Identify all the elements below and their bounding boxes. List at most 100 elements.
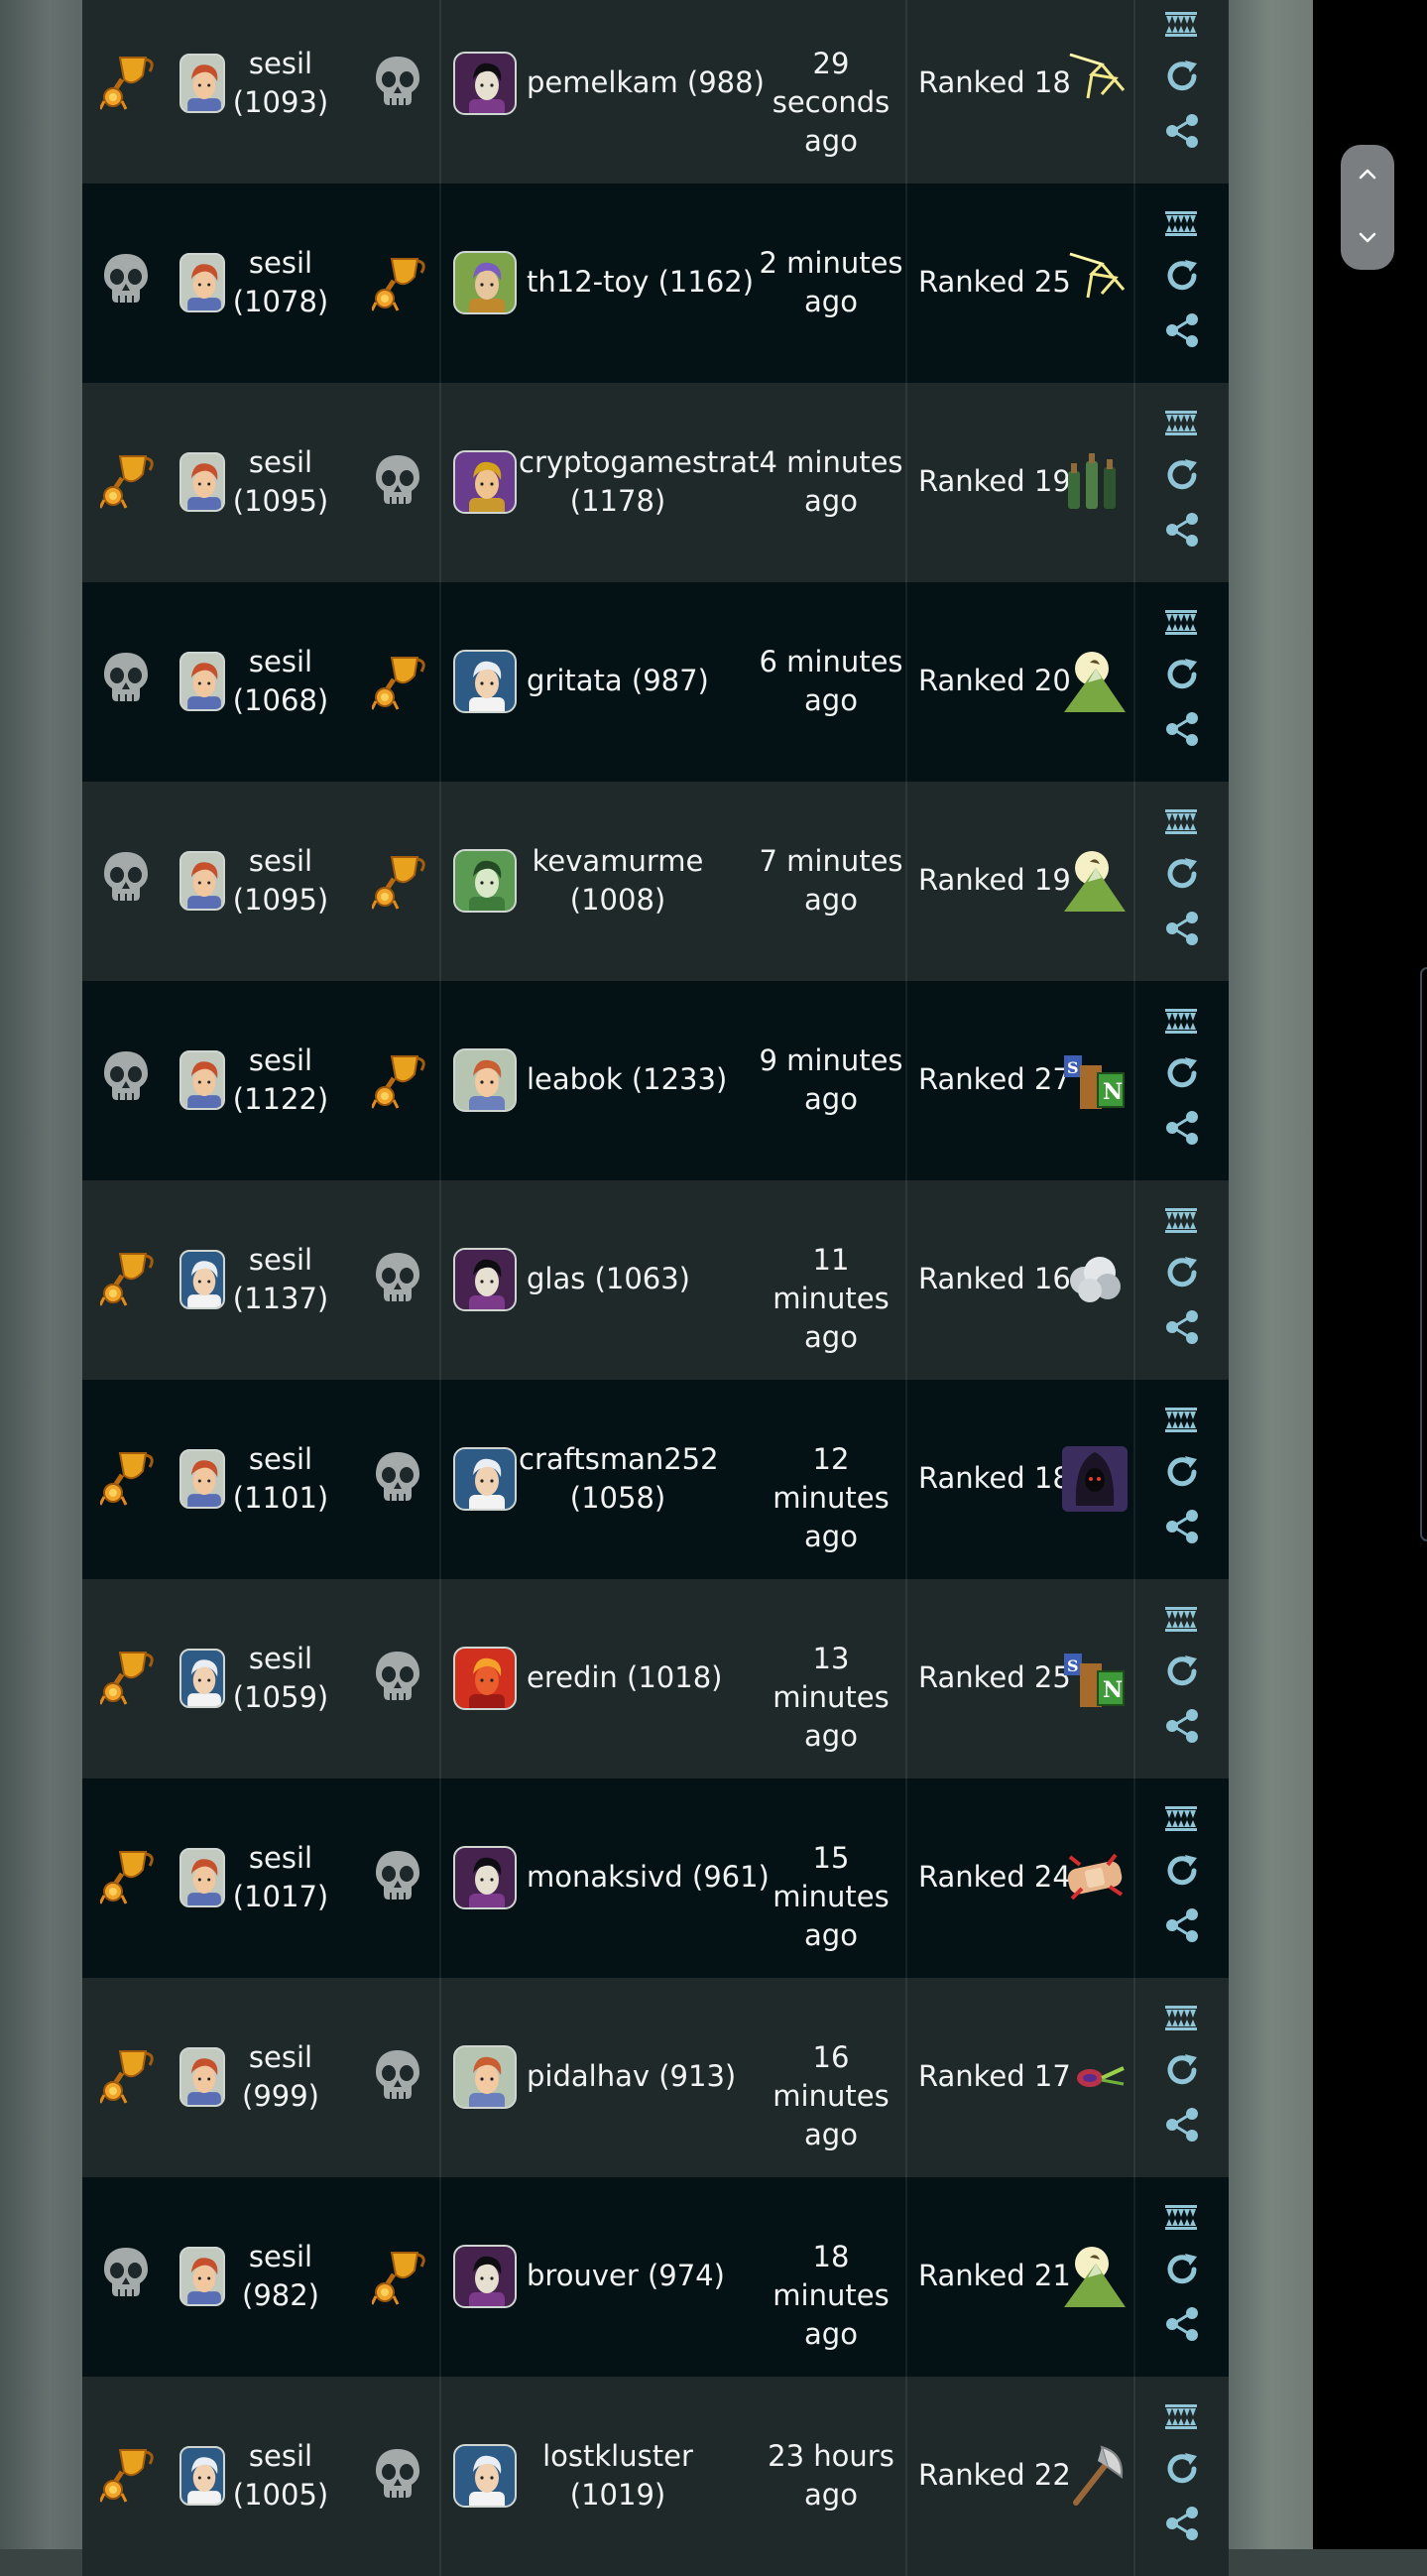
player-name-rating[interactable]: sesil (1059): [231, 1640, 330, 1717]
battle-time: 29 seconds ago: [752, 45, 910, 161]
opponent-name[interactable]: kevamurme (1008): [519, 842, 717, 920]
player-name-rating[interactable]: sesil (1078): [231, 244, 330, 321]
battle-row[interactable]: sesil (1122) leabok (1233) 9 minutes ago…: [82, 981, 1229, 1180]
opponent-name[interactable]: gritata (987): [527, 662, 709, 700]
battle-row[interactable]: sesil (1059) eredin (1018) 13 minutes ag…: [82, 1579, 1229, 1779]
opponent-avatar: [453, 251, 517, 314]
opponent-name[interactable]: eredin (1018): [527, 1658, 722, 1697]
teeth-icon[interactable]: [1163, 2201, 1199, 2235]
battle-row[interactable]: sesil (1068) gritata (987) 6 minutes ago…: [82, 582, 1229, 782]
share-icon[interactable]: [1163, 1508, 1201, 1545]
replay-icon[interactable]: [1163, 656, 1201, 693]
player-name-rating[interactable]: sesil (982): [231, 2238, 330, 2315]
chevron-down-icon[interactable]: [1356, 225, 1379, 253]
player-name-rating[interactable]: sesil (1005): [231, 2437, 330, 2515]
player-name-rating[interactable]: sesil (999): [231, 2038, 330, 2116]
column-divider: [439, 1380, 441, 1579]
teeth-icon[interactable]: [1163, 1603, 1199, 1637]
teeth-icon[interactable]: [1163, 805, 1199, 839]
battle-time: 15 minutes ago: [752, 1839, 910, 1955]
opponent-name[interactable]: pidalhav (913): [527, 2057, 736, 2096]
replay-icon[interactable]: [1163, 1453, 1201, 1491]
skull-icon: [104, 254, 148, 303]
svg-text:S: S: [1067, 1058, 1079, 1077]
replay-icon[interactable]: [1163, 1852, 1201, 1890]
teeth-icon[interactable]: [1163, 407, 1199, 440]
share-icon[interactable]: [1163, 2505, 1201, 2542]
teeth-icon[interactable]: [1163, 2400, 1199, 2434]
player-name-rating[interactable]: sesil (1122): [231, 1042, 330, 1119]
ruleset-books-icon: SN: [1064, 1654, 1125, 1707]
battle-history-table: sesil (1093) pemelkam (988) 29 seconds a…: [82, 0, 1229, 2576]
battle-row[interactable]: sesil (1078) th12-toy (1162) 2 minutes a…: [82, 184, 1229, 383]
opponent-rating: (1008): [569, 883, 666, 917]
replay-icon[interactable]: [1163, 855, 1201, 893]
share-icon[interactable]: [1163, 511, 1201, 549]
share-icon[interactable]: [1163, 112, 1201, 150]
share-icon[interactable]: [1163, 910, 1201, 947]
skull-icon: [376, 1253, 419, 1301]
share-icon[interactable]: [1163, 1707, 1201, 1745]
battle-row[interactable]: sesil (1005) lostkluster (1019) 23 hours…: [82, 2377, 1229, 2576]
teeth-icon[interactable]: [1163, 606, 1199, 640]
share-icon[interactable]: [1163, 710, 1201, 748]
player-name-rating[interactable]: sesil (1095): [231, 443, 330, 521]
replay-icon[interactable]: [1163, 2051, 1201, 2089]
battle-row[interactable]: sesil (982) brouver (974) 18 minutes ago…: [82, 2177, 1229, 2377]
player-avatar: [179, 452, 225, 512]
teeth-icon[interactable]: [1163, 1204, 1199, 1238]
share-icon[interactable]: [1163, 1308, 1201, 1346]
teeth-icon[interactable]: [1163, 207, 1199, 241]
replay-icon[interactable]: [1163, 2251, 1201, 2288]
opponent-name[interactable]: glas (1063): [527, 1260, 690, 1298]
opponent-name[interactable]: monaksivd (961): [527, 1858, 770, 1897]
replay-icon[interactable]: [1163, 58, 1201, 95]
battle-time-value: 4 minutes: [759, 445, 903, 479]
teeth-icon[interactable]: [1163, 1404, 1199, 1437]
replay-icon[interactable]: [1163, 257, 1201, 295]
replay-icon[interactable]: [1163, 456, 1201, 494]
teeth-icon[interactable]: [1163, 1802, 1199, 1836]
battle-row[interactable]: sesil (999) pidalhav (913) 16 minutes ag…: [82, 1978, 1229, 2177]
column-divider: [1133, 0, 1135, 184]
player-name-rating[interactable]: sesil (1137): [231, 1241, 330, 1318]
share-icon[interactable]: [1163, 2106, 1201, 2144]
player-name-rating[interactable]: sesil (1095): [231, 842, 330, 920]
share-icon[interactable]: [1163, 1906, 1201, 1944]
replay-icon[interactable]: [1163, 1054, 1201, 1092]
replay-icon[interactable]: [1163, 1254, 1201, 1291]
opponent-name[interactable]: lostkluster (1019): [519, 2437, 717, 2515]
opponent-name[interactable]: leabok (1233): [527, 1060, 727, 1099]
opponent-name[interactable]: brouver (974): [527, 2257, 725, 2295]
share-icon[interactable]: [1163, 1109, 1201, 1147]
teeth-icon[interactable]: [1163, 8, 1199, 42]
opponent-name[interactable]: cryptogamestrat (1178): [519, 443, 759, 521]
battle-row[interactable]: sesil (1017) monaksivd (961) 15 minutes …: [82, 1779, 1229, 1978]
column-divider: [1133, 1380, 1135, 1579]
replay-icon[interactable]: [1163, 1653, 1201, 1690]
opponent-name[interactable]: pemelkam (988): [527, 63, 765, 102]
replay-icon[interactable]: [1163, 2450, 1201, 2488]
battle-time: 11 minutes ago: [752, 1241, 910, 1357]
battle-row[interactable]: sesil (1137) glas (1063) 11 minutes ago R…: [82, 1180, 1229, 1380]
opponent-name[interactable]: craftsman252 (1058): [519, 1440, 719, 1518]
player-name-rating[interactable]: sesil (1101): [231, 1440, 330, 1518]
ruleset-hooded-icon: [1062, 1446, 1128, 1512]
player-name-rating[interactable]: sesil (1093): [231, 45, 330, 122]
battle-rank: Ranked 16: [918, 1262, 1071, 1295]
battle-row[interactable]: sesil (1093) pemelkam (988) 29 seconds a…: [82, 0, 1229, 184]
opponent-name[interactable]: th12-toy (1162): [527, 263, 754, 302]
battle-row[interactable]: sesil (1095) kevamurme (1008) 7 minutes …: [82, 782, 1229, 981]
player-name-rating[interactable]: sesil (1068): [231, 643, 330, 720]
battle-row[interactable]: sesil (1101) craftsman252 (1058) 12 minu…: [82, 1380, 1229, 1579]
opponent-avatar: [453, 1647, 517, 1710]
battle-time-suffix: ago: [804, 1719, 858, 1753]
share-icon[interactable]: [1163, 311, 1201, 349]
share-icon[interactable]: [1163, 2305, 1201, 2343]
teeth-icon[interactable]: [1163, 1005, 1199, 1039]
teeth-icon[interactable]: [1163, 2002, 1199, 2035]
ruleset-books-icon: SN: [1064, 1055, 1125, 1109]
player-name-rating[interactable]: sesil (1017): [231, 1839, 330, 1916]
battle-row[interactable]: sesil (1095) cryptogamestrat (1178) 4 mi…: [82, 383, 1229, 582]
chevron-up-icon[interactable]: [1356, 163, 1379, 190]
